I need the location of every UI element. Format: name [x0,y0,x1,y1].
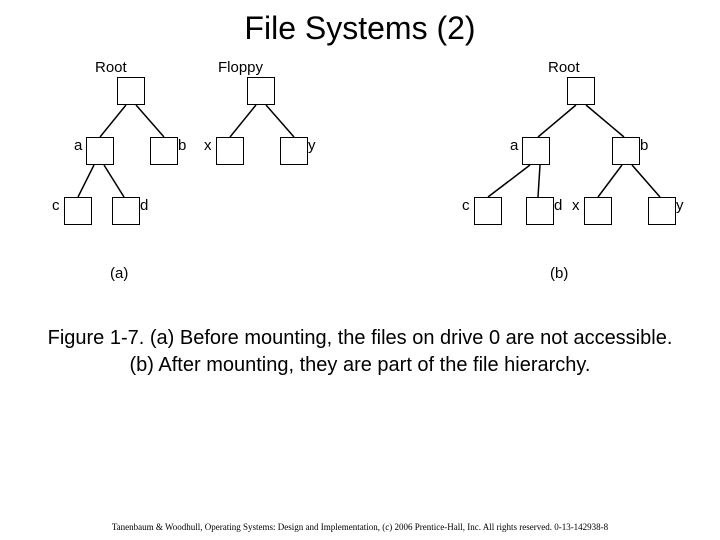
node-floppy [247,77,275,105]
node-a1 [86,137,114,165]
node-c1 [64,197,92,225]
node-y2 [648,197,676,225]
label-x1: x [204,137,212,154]
node-y1 [280,137,308,165]
node-c2 [474,197,502,225]
node-x2 [584,197,612,225]
node-a2 [522,137,550,165]
tree-edges [0,55,720,305]
node-b2 [612,137,640,165]
node-b1 [150,137,178,165]
label-b1: b [178,137,186,154]
label-c2: c [462,197,470,214]
node-root-a [117,77,145,105]
label-y2: y [676,197,684,214]
figure-diagram: Root a b c d Floppy x y (a) Root a b c d… [0,55,720,305]
copyright-footer: Tanenbaum & Woodhull, Operating Systems:… [0,522,720,532]
label-a1: a [74,137,82,154]
label-floppy: Floppy [218,59,263,76]
label-d2: d [554,197,562,214]
label-c1: c [52,197,60,214]
label-d1: d [140,197,148,214]
page-title: File Systems (2) [0,0,720,55]
label-x2: x [572,197,580,214]
sublabel-b: (b) [550,265,568,282]
node-d1 [112,197,140,225]
label-b2: b [640,137,648,154]
label-root-a: Root [95,59,127,76]
sublabel-a: (a) [110,265,128,282]
label-a2: a [510,137,518,154]
label-root-b: Root [548,59,580,76]
figure-caption: Figure 1-7. (a) Before mounting, the fil… [0,305,720,379]
node-d2 [526,197,554,225]
label-y1: y [308,137,316,154]
node-root-b [567,77,595,105]
node-x1 [216,137,244,165]
